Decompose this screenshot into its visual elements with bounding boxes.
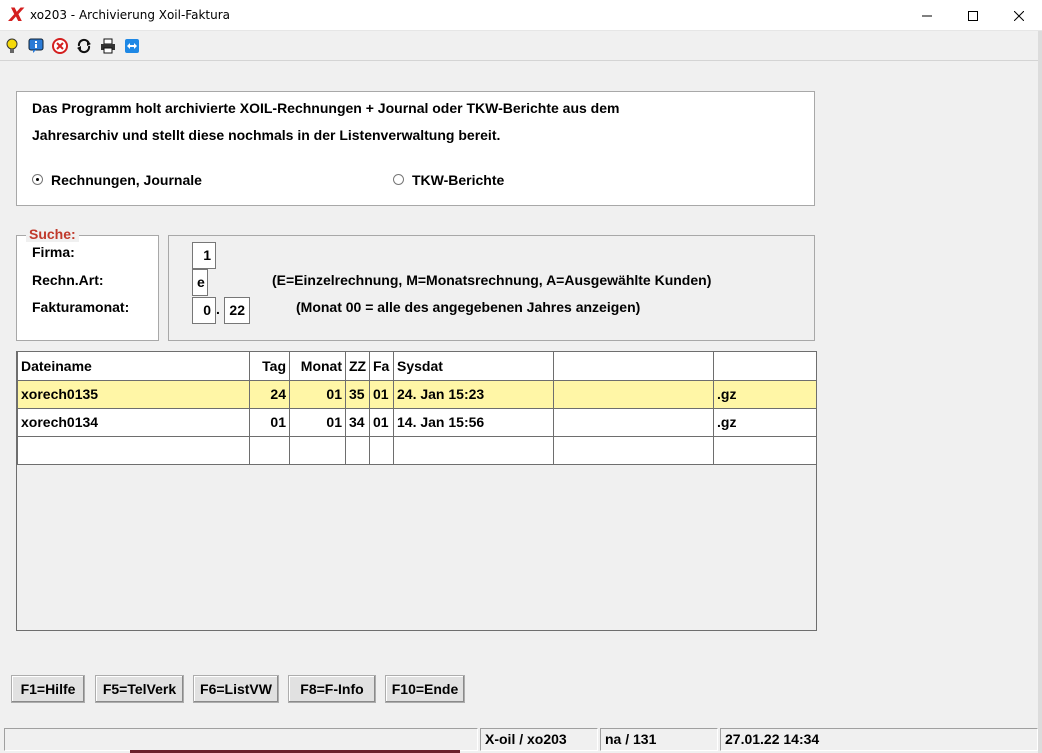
empty-cell <box>713 435 817 465</box>
status-system: X-oil / xo203 <box>480 728 598 751</box>
maximize-icon <box>968 10 978 21</box>
table-row-empty[interactable] <box>17 435 817 465</box>
print-icon[interactable] <box>99 37 117 55</box>
col-blank-2[interactable] <box>713 352 817 381</box>
stop-icon[interactable] <box>51 37 69 55</box>
cell-dateiname: xorech0135 <box>17 379 250 409</box>
empty-cell <box>345 435 370 465</box>
refresh-icon[interactable] <box>75 37 93 55</box>
radio-invoices-label[interactable]: Rechnungen, Journale <box>51 172 202 188</box>
empty-cell <box>393 435 554 465</box>
empty-cell <box>369 435 394 465</box>
empty-cell <box>289 435 346 465</box>
cell-monat: 01 <box>289 379 346 409</box>
monat-input[interactable]: 0 <box>192 297 216 324</box>
firma-label: Firma: <box>32 244 75 260</box>
teamviewer-icon[interactable] <box>123 37 141 55</box>
cell-blank <box>553 379 714 409</box>
empty-cell <box>17 435 250 465</box>
window-edge <box>1038 31 1042 753</box>
rechn-art-input[interactable]: e <box>192 269 208 296</box>
info-icon[interactable] <box>27 37 45 55</box>
cell-fa: 01 <box>369 407 394 437</box>
col-zz[interactable]: ZZ <box>345 352 370 381</box>
cell-fa: 01 <box>369 379 394 409</box>
cell-ext: .gz <box>713 379 817 409</box>
radio-invoices[interactable] <box>32 174 43 185</box>
cell-monat: 01 <box>289 407 346 437</box>
cell-sysdat: 24. Jan 15:23 <box>393 379 554 409</box>
status-message <box>4 728 478 751</box>
f1-help-button[interactable]: F1=Hilfe <box>11 675 85 703</box>
window-title: xo203 - Archivierung Xoil-Faktura <box>30 8 231 22</box>
minimize-button[interactable] <box>904 0 950 31</box>
info-line-2: Jahresarchiv und stellt diese nochmals i… <box>32 127 501 143</box>
app-logo: X <box>9 4 24 26</box>
f10-exit-button[interactable]: F10=Ende <box>385 675 465 703</box>
close-button[interactable] <box>996 0 1042 31</box>
jahr-input[interactable]: 22 <box>224 297 250 324</box>
cell-zz: 34 <box>345 407 370 437</box>
col-tag[interactable]: Tag <box>249 352 290 381</box>
monat-separator: . <box>216 301 220 317</box>
monat-hint: (Monat 00 = alle des angegebenen Jahres … <box>296 299 641 315</box>
radio-tkw-label[interactable]: TKW-Berichte <box>412 172 504 188</box>
search-legend: Suche: <box>26 226 79 242</box>
f6-listvw-button[interactable]: F6=ListVW <box>193 675 279 703</box>
table-row[interactable]: xorech0134 01 01 34 01 14. Jan 15:56 .gz <box>17 407 817 437</box>
table-row[interactable]: xorech0135 24 01 35 01 24. Jan 15:23 .gz <box>17 379 817 409</box>
col-blank-1[interactable] <box>553 352 714 381</box>
archive-table[interactable]: Dateiname Tag Monat ZZ Fa Sysdat xorech0… <box>16 351 817 631</box>
f5-telverk-button[interactable]: F5=TelVerk <box>95 675 184 703</box>
status-datetime: 27.01.22 14:34 <box>720 728 1038 751</box>
lightbulb-icon[interactable] <box>3 37 21 55</box>
f8-finfo-button[interactable]: F8=F-Info <box>288 675 376 703</box>
col-fa[interactable]: Fa <box>369 352 394 381</box>
fields-panel: 1 e (E=Einzelrechnung, M=Monatsrechnung,… <box>168 235 815 341</box>
cell-zz: 35 <box>345 379 370 409</box>
info-line-1: Das Programm holt archivierte XOIL-Rechn… <box>32 100 620 116</box>
empty-cell <box>553 435 714 465</box>
rechn-art-hint: (E=Einzelrechnung, M=Monatsrechnung, A=A… <box>272 272 712 288</box>
maximize-button[interactable] <box>950 0 996 31</box>
radio-tkw[interactable] <box>393 174 404 185</box>
status-user: na / 131 <box>600 728 718 751</box>
archive-table-body: Dateiname Tag Monat ZZ Fa Sysdat xorech0… <box>17 352 817 465</box>
search-panel: Firma: Rechn.Art: Fakturamonat: <box>16 235 159 341</box>
cell-blank <box>553 407 714 437</box>
rechn-art-label: Rechn.Art: <box>32 272 104 288</box>
cell-dateiname: xorech0134 <box>17 407 250 437</box>
close-icon <box>1014 10 1024 21</box>
col-sysdat[interactable]: Sysdat <box>393 352 554 381</box>
firma-input[interactable]: 1 <box>192 242 216 269</box>
cell-sysdat: 14. Jan 15:56 <box>393 407 554 437</box>
table-header: Dateiname Tag Monat ZZ Fa Sysdat <box>17 352 817 381</box>
minimize-icon <box>922 15 932 16</box>
info-panel: Das Programm holt archivierte XOIL-Rechn… <box>16 91 815 206</box>
col-monat[interactable]: Monat <box>289 352 346 381</box>
fakturamonat-label: Fakturamonat: <box>32 299 130 315</box>
cell-ext: .gz <box>713 407 817 437</box>
toolbar <box>0 31 1042 61</box>
empty-cell <box>249 435 290 465</box>
cell-tag: 24 <box>249 379 290 409</box>
cell-tag: 01 <box>249 407 290 437</box>
col-dateiname[interactable]: Dateiname <box>17 352 250 381</box>
